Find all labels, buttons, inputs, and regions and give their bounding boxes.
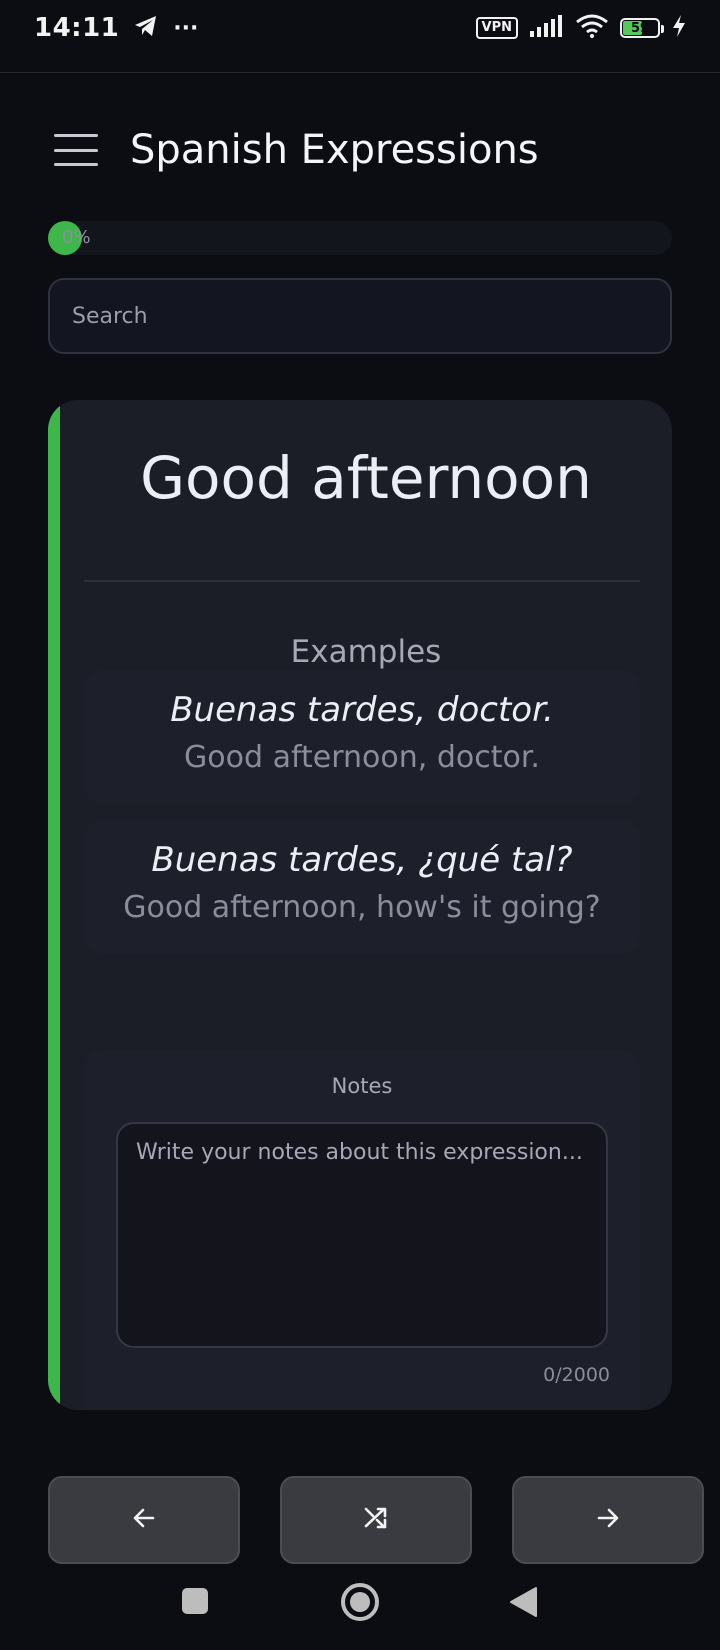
card-accent-bar <box>48 400 60 1410</box>
notes-label: Notes <box>331 1074 393 1098</box>
signal-icon <box>530 15 564 41</box>
telegram-icon <box>133 14 159 42</box>
arrow-left-icon <box>131 1505 157 1535</box>
examples-heading: Examples <box>290 634 442 670</box>
example-english: Good afternoon, how's it going? <box>123 890 601 925</box>
shuffle-button[interactable] <box>280 1476 472 1564</box>
status-time: 14:11 <box>34 13 120 43</box>
app-screen: 14:11 ··· VPN 59 Spanish Expressions 0% … <box>0 0 720 1650</box>
shuffle-icon <box>363 1505 389 1535</box>
recents-icon[interactable] <box>180 1586 210 1616</box>
arrow-right-icon <box>595 1505 621 1535</box>
menu-icon[interactable] <box>52 130 100 170</box>
battery-icon: 59 <box>620 18 664 38</box>
page-title: Spanish Expressions <box>130 127 539 173</box>
card-divider <box>84 580 640 582</box>
expression-title: Good afternoon <box>140 444 592 512</box>
example-item: Buenas tardes, doctor. Good afternoon, d… <box>84 670 640 804</box>
progress-bar: 0% <box>48 221 672 255</box>
status-divider <box>0 72 720 73</box>
battery-tip <box>661 25 664 33</box>
vpn-icon: VPN <box>475 17 518 39</box>
more-notifications-icon: ··· <box>173 15 199 41</box>
example-spanish: Buenas tardes, ¿qué tal? <box>151 840 573 880</box>
search-input[interactable] <box>48 278 672 354</box>
charging-icon <box>672 15 686 41</box>
back-icon[interactable] <box>508 1586 538 1618</box>
previous-button[interactable] <box>48 1476 240 1564</box>
notes-counter: 0/2000 <box>543 1364 610 1386</box>
battery-percent: 59 <box>630 20 650 36</box>
example-item: Buenas tardes, ¿qué tal? Good afternoon,… <box>84 820 640 954</box>
example-spanish: Buenas tardes, doctor. <box>170 690 554 730</box>
status-right: VPN 59 <box>475 14 686 42</box>
notes-textarea[interactable] <box>116 1122 608 1348</box>
status-left: 14:11 ··· <box>34 13 198 43</box>
notes-panel: Notes 0/2000 <box>84 1050 640 1410</box>
system-nav-bar <box>0 1570 720 1640</box>
expression-card: Good afternoon Examples Buenas tardes, d… <box>48 400 672 1410</box>
status-bar: 14:11 ··· VPN 59 <box>0 0 720 56</box>
app-header: Spanish Expressions <box>52 120 539 180</box>
progress-label: 0% <box>62 227 91 248</box>
example-english: Good afternoon, doctor. <box>184 740 540 775</box>
next-button[interactable] <box>512 1476 704 1564</box>
wifi-icon <box>576 14 608 42</box>
home-icon[interactable] <box>340 1582 380 1622</box>
